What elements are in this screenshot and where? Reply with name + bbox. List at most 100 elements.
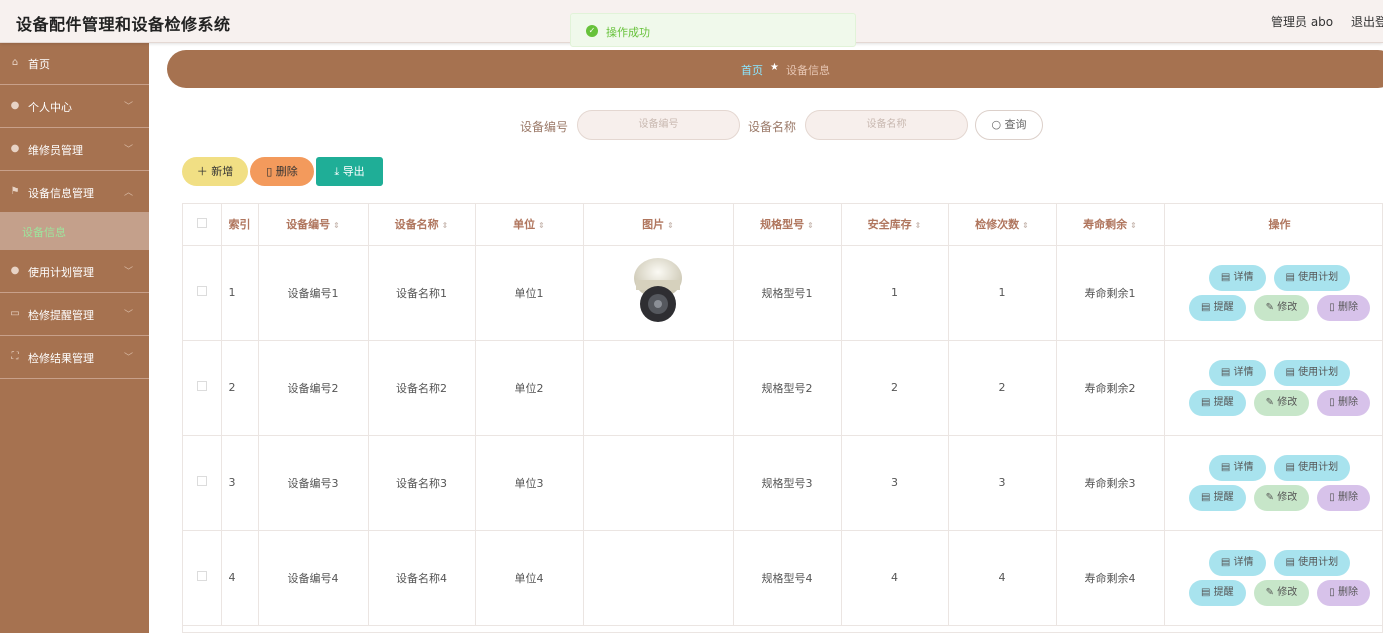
detail-button[interactable]: ▤ 详情: [1208, 264, 1266, 291]
cell-name: 设备名称2: [368, 340, 476, 436]
remind-button[interactable]: ▤ 提醒: [1189, 389, 1246, 416]
row-delete-button[interactable]: ▯ 删除: [1317, 484, 1370, 511]
sort-icon[interactable]: ⇕: [807, 221, 814, 230]
cell-stock: 4: [841, 530, 949, 626]
usage-plan-button[interactable]: ▤ 使用计划: [1273, 549, 1351, 576]
row-checkbox[interactable]: [196, 381, 207, 391]
column-header[interactable]: 单位 ⇕: [475, 204, 584, 246]
sidebar-item-usage-plan[interactable]: ● 使用计划管理 ﹀: [0, 251, 149, 293]
edit-button[interactable]: ✎ 修改: [1253, 484, 1310, 511]
row-select-cell[interactable]: [183, 530, 222, 626]
sort-icon[interactable]: ⇕: [1022, 221, 1029, 230]
sort-icon[interactable]: ⇕: [667, 221, 674, 230]
remind-label: 提醒: [1213, 586, 1234, 598]
column-header[interactable]: 规格型号 ⇕: [733, 204, 842, 246]
column-label: 寿命剩余: [1083, 218, 1128, 232]
sidebar-subitem-device-info[interactable]: 设备信息: [0, 212, 149, 250]
cell-spec: 规格型号3: [733, 435, 842, 531]
query-label: 查询: [1004, 118, 1027, 131]
sidebar-item-label: 检修结果管理: [28, 352, 94, 365]
table-row: 1 设备编号1 设备名称1 单位1 规格型号1 1 1 寿命剩余1 ▤ 详情 ▤…: [183, 245, 1382, 341]
row-select-cell[interactable]: [183, 245, 222, 341]
remind-button[interactable]: ▤ 提醒: [1189, 484, 1246, 511]
device-code-input[interactable]: 设备编号: [577, 110, 740, 140]
cell-stock: 1: [841, 245, 949, 341]
export-button[interactable]: ⤓ 导出: [316, 157, 383, 186]
doc-icon: ▤: [1201, 301, 1211, 313]
row-delete-button[interactable]: ▯ 删除: [1317, 579, 1370, 606]
detail-button[interactable]: ▤ 详情: [1208, 454, 1266, 481]
sort-icon[interactable]: ⇕: [442, 221, 449, 230]
cell-image: [583, 435, 734, 531]
row-delete-label: 删除: [1337, 396, 1358, 408]
sort-icon[interactable]: ⇕: [538, 221, 545, 230]
sidebar-item-home[interactable]: ⌂ 首页: [0, 43, 149, 85]
detail-label: 详情: [1233, 461, 1254, 473]
column-header[interactable]: 寿命剩余 ⇕: [1056, 204, 1165, 246]
logout-link[interactable]: 退出登: [1351, 13, 1383, 30]
sidebar-item-repairman[interactable]: ● 维修员管理 ﹀: [0, 129, 149, 171]
row-select-cell[interactable]: [183, 340, 222, 436]
row-checkbox[interactable]: [196, 571, 207, 581]
pencil-icon: ✎: [1265, 586, 1275, 598]
cell-image: [583, 530, 734, 626]
row-delete-button[interactable]: ▯ 删除: [1317, 294, 1370, 321]
row-checkbox[interactable]: [196, 286, 207, 296]
sidebar-item-result[interactable]: ⛶ 检修结果管理 ﹀: [0, 337, 149, 379]
row-delete-button[interactable]: ▯ 删除: [1317, 389, 1370, 416]
cell-unit: 单位3: [475, 435, 584, 531]
usage-plan-button[interactable]: ▤ 使用计划: [1273, 359, 1351, 386]
sort-icon[interactable]: ⇕: [1130, 221, 1137, 230]
column-header[interactable]: 检修次数 ⇕: [948, 204, 1057, 246]
usage-plan-button[interactable]: ▤ 使用计划: [1273, 264, 1351, 291]
delete-label: 删除: [275, 165, 298, 178]
column-header[interactable]: 安全库存 ⇕: [841, 204, 949, 246]
detail-button[interactable]: ▤ 详情: [1208, 359, 1266, 386]
sidebar-item-personal-center[interactable]: ● 个人中心 ﹀: [0, 86, 149, 128]
detail-button[interactable]: ▤ 详情: [1208, 549, 1266, 576]
edit-button[interactable]: ✎ 修改: [1253, 389, 1310, 416]
cell-operations: ▤ 详情 ▤ 使用计划 ▤ 提醒 ✎ 修改 ▯ 删除: [1164, 530, 1382, 626]
query-button[interactable]: ○ 查询: [975, 110, 1043, 140]
column-header[interactable]: 设备编号 ⇕: [258, 204, 369, 246]
sort-icon[interactable]: ⇕: [333, 221, 340, 230]
cell-image: [583, 340, 734, 436]
toast-message: 操作成功: [606, 26, 650, 39]
add-label: 新增: [211, 165, 234, 178]
remind-button[interactable]: ▤ 提醒: [1189, 579, 1246, 606]
column-header[interactable]: 设备名称 ⇕: [368, 204, 476, 246]
search-icon: ○: [991, 118, 1002, 131]
cell-unit: 单位1: [475, 245, 584, 341]
row-delete-label: 删除: [1337, 301, 1358, 313]
device-name-input[interactable]: 设备名称: [805, 110, 968, 140]
current-user[interactable]: 管理员 abo: [1271, 13, 1333, 30]
row-delete-label: 删除: [1337, 586, 1358, 598]
row-delete-label: 删除: [1337, 491, 1358, 503]
sidebar-item-device-info[interactable]: ⚑ 设备信息管理 ︿: [0, 172, 149, 214]
delete-button[interactable]: ▯ 删除: [250, 157, 314, 186]
select-all-cell[interactable]: [183, 204, 222, 246]
download-icon: ⤓: [334, 165, 340, 178]
usage-plan-button[interactable]: ▤ 使用计划: [1273, 454, 1351, 481]
cell-name: 设备名称4: [368, 530, 476, 626]
edit-button[interactable]: ✎ 修改: [1253, 294, 1310, 321]
edit-button[interactable]: ✎ 修改: [1253, 579, 1310, 606]
column-label: 设备名称: [394, 218, 439, 232]
pencil-icon: ✎: [1265, 301, 1275, 313]
add-button[interactable]: ＋ 新增: [182, 157, 248, 186]
column-header[interactable]: 图片 ⇕: [583, 204, 734, 246]
pin-icon: ●: [10, 143, 20, 154]
row-select-cell[interactable]: [183, 435, 222, 531]
success-toast: ✓ 操作成功: [570, 13, 856, 47]
cell-code: 设备编号1: [258, 245, 369, 341]
select-all-checkbox[interactable]: [196, 217, 207, 228]
check-circle-icon: ✓: [586, 25, 598, 37]
user-icon: ●: [10, 100, 20, 111]
remind-button[interactable]: ▤ 提醒: [1189, 294, 1246, 321]
home-icon: ⌂: [11, 57, 19, 68]
sort-icon[interactable]: ⇕: [915, 221, 922, 230]
sidebar-item-label: 检修提醒管理: [28, 309, 94, 322]
sidebar-item-remind[interactable]: ▭ 检修提醒管理 ﹀: [0, 294, 149, 336]
row-checkbox[interactable]: [196, 476, 207, 486]
breadcrumb-home[interactable]: 首页: [741, 62, 763, 78]
